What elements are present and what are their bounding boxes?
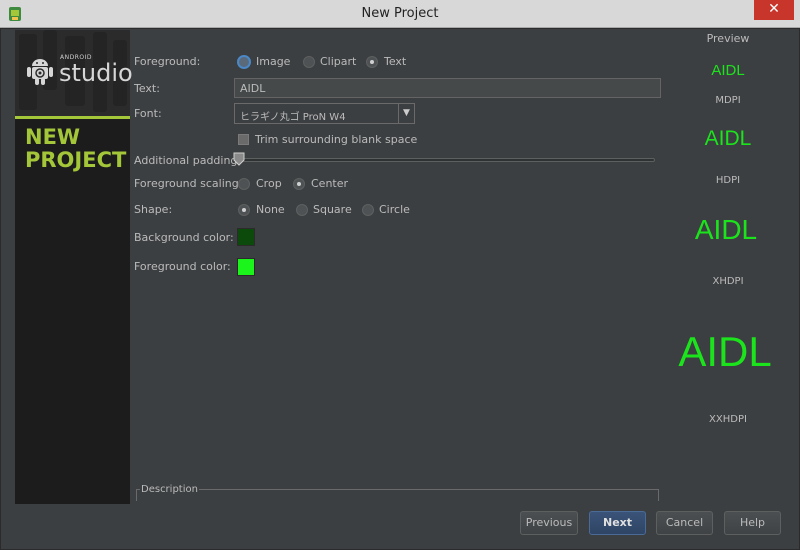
title-bar: New Project ✕ [0,0,800,28]
preview-hdpi-image: AIDL [704,127,752,150]
shape-label: Shape: [134,203,173,216]
banner-heading: NEW PROJECT [25,126,126,172]
banner-heading-line1: NEW [25,125,81,149]
shape-none-label[interactable]: None [256,203,285,216]
banner-heading-line2: PROJECT [25,148,127,172]
padding-slider-thumb[interactable] [233,152,245,166]
banner-studio-label: studio [59,59,133,87]
foreground-image-label[interactable]: Image [256,55,290,68]
window-title: New Project [361,6,439,21]
trim-label[interactable]: Trim surrounding blank space [255,133,417,146]
preview-xhdpi-image: AIDL [694,214,758,245]
foreground-clipart-radio[interactable] [303,56,315,68]
padding-slider[interactable] [237,158,655,162]
description-label: Description [140,484,199,495]
help-button[interactable]: Help [724,511,781,535]
background-color-label: Background color: [134,231,234,244]
preview-title: Preview [706,32,750,45]
scaling-center-radio[interactable] [293,178,305,190]
font-selected-value: ヒラギノ丸ゴ ProN W4 [240,112,346,123]
foreground-text-label[interactable]: Text [384,55,406,68]
scaling-center-label[interactable]: Center [311,177,348,190]
background-color-swatch[interactable] [237,228,255,246]
description-box [136,489,659,501]
foreground-color-label: Foreground color: [134,260,231,273]
shape-square-label[interactable]: Square [313,203,352,216]
shape-none-radio[interactable] [238,204,250,216]
trim-checkbox[interactable] [238,134,249,145]
preview-xxhdpi-label: XXHDPI [709,414,747,425]
font-dropdown[interactable]: ヒラギノ丸ゴ ProN W4 ▼ [234,103,415,124]
next-button[interactable]: Next [589,511,646,535]
preview-mdpi-image: AIDL [711,62,745,79]
scaling-crop-radio[interactable] [238,178,250,190]
previous-button[interactable]: Previous [520,511,578,535]
scaling-label: Foreground scaling: [134,177,243,190]
dropdown-arrow-icon[interactable]: ▼ [398,104,414,123]
preview-xxhdpi-image: AIDL [678,328,772,375]
foreground-image-radio[interactable] [237,55,251,69]
foreground-label: Foreground: [134,55,201,68]
preview-mdpi-label: MDPI [715,95,741,106]
close-button[interactable]: ✕ [754,0,794,20]
text-label: Text: [134,82,160,95]
scaling-crop-label[interactable]: Crop [256,177,282,190]
foreground-clipart-label[interactable]: Clipart [320,55,356,68]
android-studio-banner: ANDROID studio NEW PROJECT [15,30,133,504]
android-robot-icon [27,59,53,85]
preview-xhdpi-label: XHDPI [712,276,744,287]
foreground-text-radio[interactable] [366,56,378,68]
shape-circle-radio[interactable] [362,204,374,216]
text-input[interactable]: AIDL [234,78,661,98]
shape-circle-label[interactable]: Circle [379,203,410,216]
font-label: Font: [134,107,162,120]
preview-hdpi-label: HDPI [715,175,741,186]
padding-label: Additional padding: [134,154,242,167]
banner-divider [15,116,130,119]
foreground-color-swatch[interactable] [237,258,255,276]
shape-square-radio[interactable] [296,204,308,216]
cancel-button[interactable]: Cancel [656,511,713,535]
